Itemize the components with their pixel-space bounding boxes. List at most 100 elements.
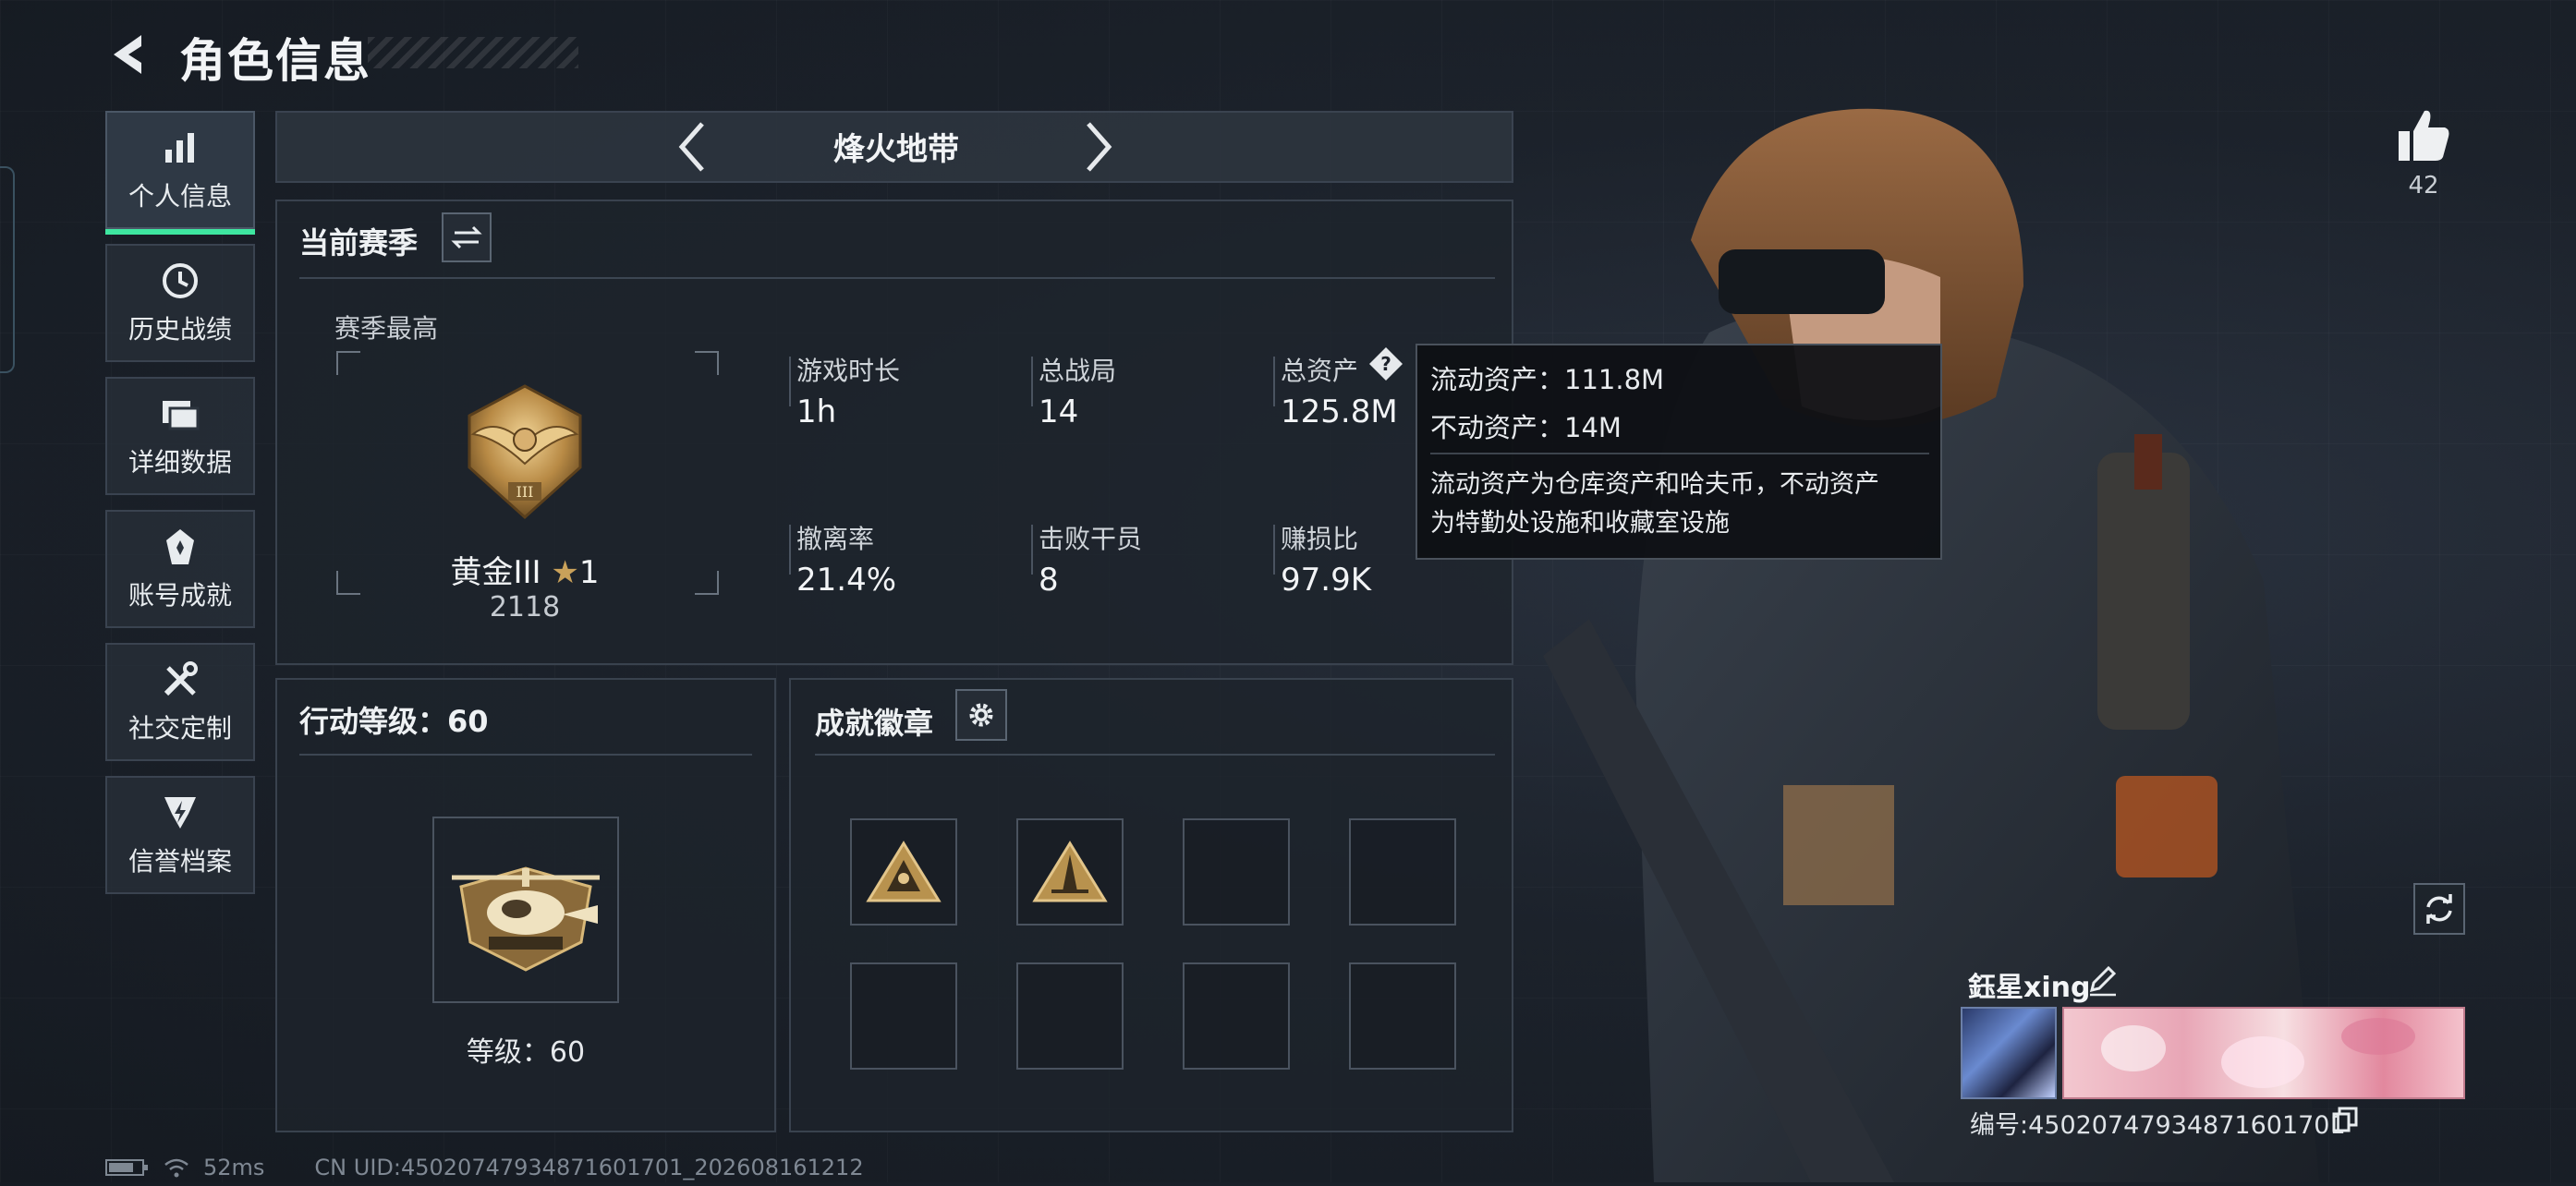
frame-corner — [695, 351, 719, 375]
stat-label-profit-ratio: 赚损比 — [1281, 524, 1359, 554]
stat-divider — [1273, 525, 1275, 575]
stat-divider — [789, 357, 791, 406]
edit-name-button[interactable] — [2086, 964, 2120, 998]
stat-value-total-assets: 125.8M — [1281, 393, 1398, 430]
badge-settings-button[interactable] — [955, 689, 1007, 741]
season-title: 当前赛季 — [299, 225, 419, 260]
stat-value-extract-rate: 21.4% — [796, 562, 897, 599]
nav-label: 详细数据 — [128, 447, 232, 478]
badge-slot-empty[interactable] — [1349, 962, 1456, 1070]
chevron-left-icon — [678, 122, 704, 172]
nav-account-achievements[interactable]: 账号成就 — [105, 510, 255, 628]
svg-text:III: III — [516, 483, 534, 501]
assets-help-icon[interactable]: ? — [1367, 345, 1404, 382]
history-icon — [159, 260, 201, 302]
folder-icon — [159, 393, 201, 435]
battery-icon — [105, 1159, 148, 1176]
title-decoration — [368, 37, 578, 68]
season-divider — [299, 277, 1495, 279]
stat-divider — [1031, 525, 1033, 575]
swap-icon — [451, 225, 482, 249]
back-button[interactable] — [103, 28, 157, 81]
stat-divider — [1273, 357, 1275, 406]
shield-bolt-icon — [159, 792, 201, 834]
rank-name: 黄金III — [450, 554, 541, 591]
mode-label: 烽火地带 — [833, 131, 959, 168]
badge-slot-filled[interactable] — [1016, 818, 1124, 926]
player-id: 编号:4502074793487160170​1 — [1970, 1111, 2346, 1140]
rank-name-row: 黄金III ★1 — [442, 547, 608, 592]
profile-banner[interactable] — [2062, 1007, 2465, 1099]
status-bar: 52ms CN UID:45020747934871601701_2026081… — [105, 1155, 864, 1180]
rotate-model-button[interactable] — [2413, 883, 2465, 935]
mode-next-button[interactable] — [1077, 118, 1120, 175]
tooltip-fixed-assets: 不动资产：14M — [1430, 412, 1622, 443]
player-avatar[interactable] — [1961, 1007, 2057, 1099]
tooltip-desc-line2: 为特勤处设施和收藏室设施 — [1430, 509, 1730, 538]
page-title: 角色信息 — [179, 34, 371, 88]
pencil-icon — [2089, 965, 2117, 997]
season-best-label: 赛季最高 — [334, 313, 439, 344]
nav-detailed-data[interactable]: 详细数据 — [105, 377, 255, 495]
wifi-icon — [164, 1158, 188, 1178]
uid-text: CN UID:45020747934871601701_202608161212 — [314, 1155, 864, 1180]
nav-label: 历史战绩 — [128, 314, 232, 345]
badge-slot-empty[interactable] — [850, 962, 957, 1070]
rank-star-count: 1 — [578, 554, 600, 591]
badge-slot-empty[interactable] — [1349, 818, 1456, 926]
stat-label-total-matches: 总战局 — [1039, 356, 1117, 386]
badges-title: 成就徽章 — [815, 706, 934, 741]
nav-social-custom[interactable]: 社交定制 — [105, 643, 255, 761]
frame-corner — [695, 571, 719, 595]
rank-emblem: III — [451, 379, 599, 526]
gear-icon — [969, 703, 993, 727]
rank-score: 2118 — [489, 591, 561, 623]
achievement-icon — [159, 526, 201, 568]
badge-slot-empty[interactable] — [1183, 962, 1290, 1070]
player-name: 鈺星xing — [1968, 972, 2091, 1004]
frame-corner — [336, 571, 360, 595]
like-button[interactable] — [2391, 103, 2456, 168]
badge-slot-empty[interactable] — [1183, 818, 1290, 926]
stat-divider — [789, 525, 791, 575]
star-icon: ★ — [551, 554, 579, 591]
tooltip-liquid-assets: 流动资产：111.8M — [1430, 364, 1665, 395]
season-switch-button[interactable] — [442, 212, 492, 262]
badge-slot-filled[interactable] — [850, 818, 957, 926]
banner-decoration — [2101, 1025, 2166, 1071]
bar-chart-icon — [159, 127, 201, 169]
thumbs-up-icon — [2399, 110, 2449, 161]
nav-label: 信誉档案 — [128, 846, 232, 877]
chevron-right-icon — [1087, 122, 1112, 172]
back-arrow-icon — [114, 35, 141, 74]
level-emblem-frame — [432, 817, 619, 1003]
ping-value: 52ms — [203, 1155, 265, 1180]
nav-personal-info[interactable]: 个人信息 — [105, 111, 255, 235]
nav-label: 个人信息 — [128, 181, 232, 212]
mode-prev-button[interactable] — [671, 118, 713, 175]
nav-history[interactable]: 历史战绩 — [105, 244, 255, 362]
nav-label: 社交定制 — [128, 713, 232, 744]
badge-slot-empty[interactable] — [1016, 962, 1124, 1070]
nav-label: 账号成就 — [128, 580, 232, 611]
helicopter-emblem-icon — [452, 866, 600, 972]
banner-decoration — [2221, 1036, 2304, 1088]
side-drawer-handle[interactable] — [0, 166, 15, 373]
like-count: 42 — [2408, 172, 2439, 200]
stat-value-operators-killed: 8 — [1039, 562, 1059, 599]
svg-text:?: ? — [1380, 353, 1391, 375]
triangle-badge-icon — [1032, 841, 1108, 902]
copy-icon — [2332, 1107, 2358, 1132]
frame-corner — [336, 351, 360, 375]
badges-divider — [815, 754, 1495, 756]
copy-id-button[interactable] — [2330, 1105, 2362, 1136]
stat-value-profit-ratio: 97.9K — [1281, 562, 1371, 599]
tooltip-desc-line1: 流动资产为仓库资产和哈夫币，不动资产 — [1430, 470, 1879, 499]
level-divider — [299, 754, 752, 756]
triangle-badge-icon — [866, 841, 942, 902]
stat-value-total-matches: 14 — [1039, 393, 1079, 430]
refresh-icon — [2426, 894, 2452, 924]
level-label: 等级：60 — [466, 1036, 586, 1069]
nav-credit-record[interactable]: 信誉档案 — [105, 776, 255, 894]
tools-icon — [159, 659, 201, 701]
